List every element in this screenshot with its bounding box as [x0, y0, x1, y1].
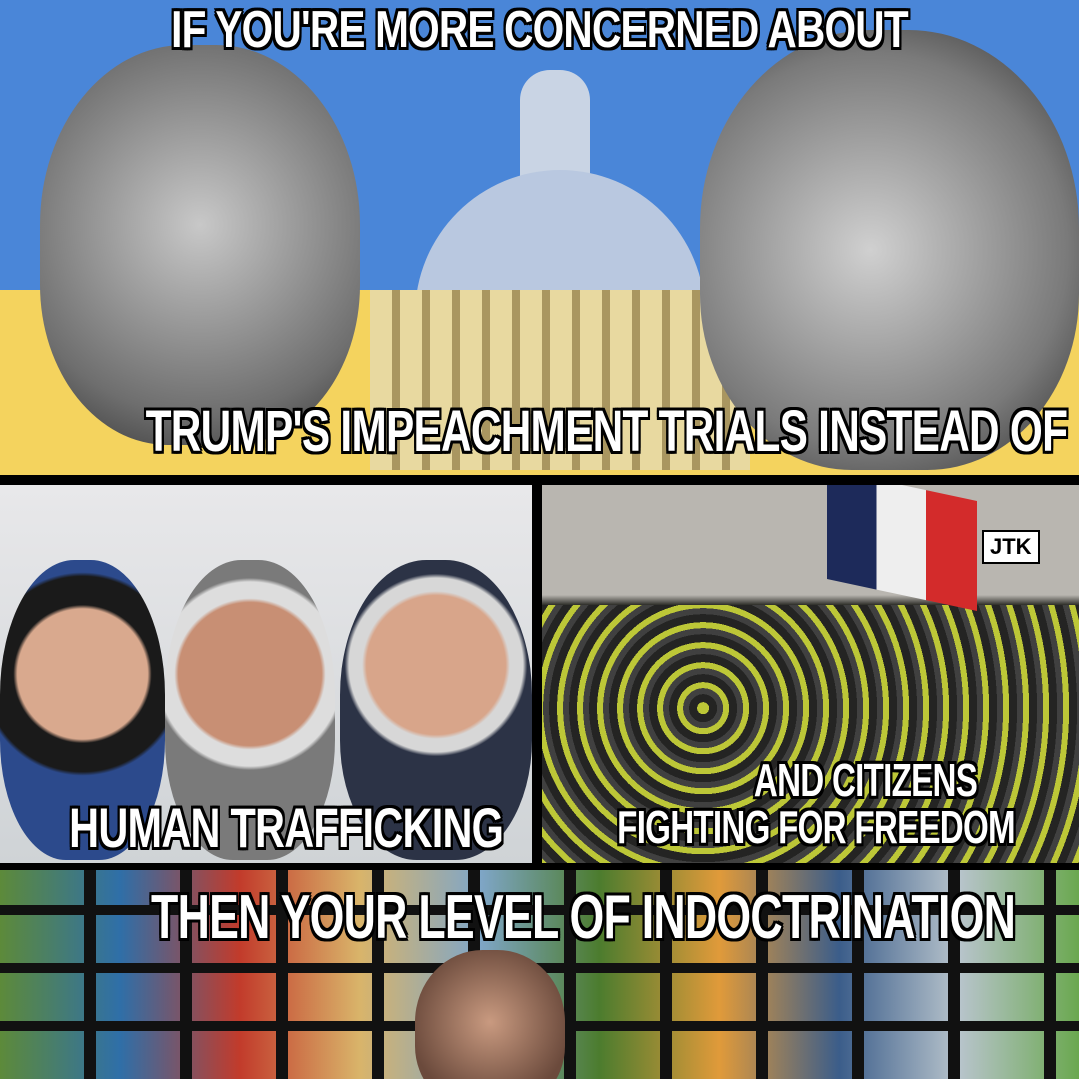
middle-right-panel: JTK AND CITIZENS FIGHTING FOR FREEDOM	[542, 485, 1079, 863]
indoctrination-caption: THEN YOUR LEVEL OF INDOCTRINATION	[151, 883, 1016, 952]
meme: IF YOU'RE MORE CONCERNED ABOUT TRUMP'S I…	[0, 0, 1079, 1079]
and-citizens-caption: AND CITIZENS	[753, 754, 978, 806]
man-face-image	[415, 950, 565, 1079]
human-trafficking-caption: HUMAN TRAFFICKING	[69, 796, 504, 859]
middle-left-panel: HUMAN TRAFFICKING	[0, 485, 532, 863]
top-panel: IF YOU'RE MORE CONCERNED ABOUT TRUMP'S I…	[0, 0, 1079, 475]
top-caption-line1: IF YOU'RE MORE CONCERNED ABOUT	[171, 1, 908, 59]
french-flag-image	[827, 485, 977, 611]
fighting-for-freedom-caption: FIGHTING FOR FREEDOM	[617, 801, 1015, 853]
bottom-panel: THEN YOUR LEVEL OF INDOCTRINATION	[0, 870, 1079, 1079]
jtk-watermark: JTK	[982, 530, 1040, 564]
left-portrait-image	[40, 45, 360, 445]
top-caption-line2: TRUMP'S IMPEACHMENT TRIALS INSTEAD OF	[145, 399, 1068, 464]
